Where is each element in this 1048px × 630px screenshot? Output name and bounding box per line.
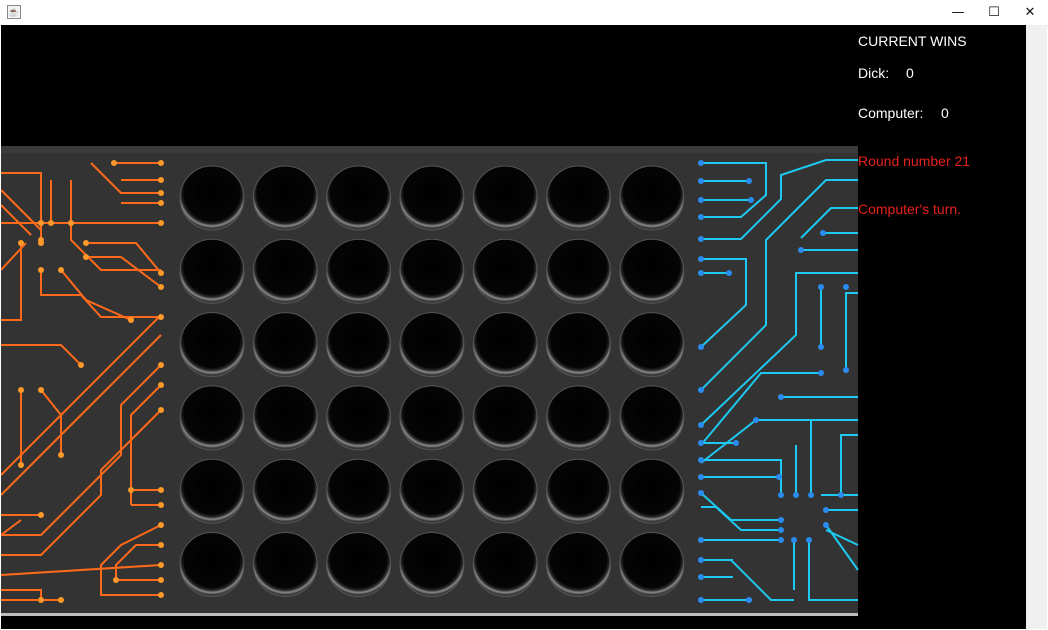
board-slot-r4-c7[interactable] — [619, 385, 685, 451]
board-slot-r4-c1[interactable] — [179, 385, 245, 451]
board-slot-r1-c5[interactable] — [472, 165, 538, 231]
board-slot-r5-c5[interactable] — [472, 458, 538, 524]
board-slot-r1-c7[interactable] — [619, 165, 685, 231]
board-slot-r4-c4[interactable] — [399, 385, 465, 451]
board-slot-r3-c2[interactable] — [252, 312, 318, 378]
turn-status-text: Computer's turn. — [858, 201, 962, 217]
player1-label: Dick: — [858, 65, 890, 81]
java-app-icon[interactable]: ☕ — [7, 5, 21, 19]
board-slot-r1-c3[interactable] — [326, 165, 392, 231]
player1-score: 0 — [906, 65, 914, 81]
board-slot-r6-c1[interactable] — [179, 532, 245, 597]
board-slot-r6-c3[interactable] — [326, 532, 392, 597]
board-slot-r1-c4[interactable] — [399, 165, 465, 231]
board-slot-r4-c5[interactable] — [472, 385, 538, 451]
board-bottom-edge — [1, 613, 858, 616]
board-slot-r3-c4[interactable] — [399, 312, 465, 378]
window-titlebar: ☕ — ☐ ✕ — [0, 0, 1048, 26]
board-slot-r5-c3[interactable] — [326, 458, 392, 524]
board-slot-r3-c6[interactable] — [546, 312, 611, 378]
board-slot-r3-c1[interactable] — [179, 312, 245, 378]
vertical-scrollbar[interactable] — [1026, 25, 1047, 629]
board-top-edge — [1, 146, 858, 153]
round-number-text: Round number 21 — [858, 153, 971, 169]
board-slot-r4-c6[interactable] — [546, 385, 611, 451]
board-slot-r4-c2[interactable] — [252, 385, 318, 451]
player2-label: Computer: — [858, 105, 924, 121]
close-icon[interactable]: ✕ — [1012, 0, 1048, 25]
board-slot-r2-c1[interactable] — [179, 238, 245, 304]
board-slot-r2-c4[interactable] — [399, 238, 465, 304]
board-slot-r6-c4[interactable] — [399, 532, 465, 597]
board-slot-r1-c2[interactable] — [252, 165, 318, 231]
board-slot-r2-c3[interactable] — [326, 238, 392, 304]
board-slot-r1-c1[interactable] — [179, 165, 245, 231]
board-slot-r6-c5[interactable] — [472, 532, 538, 597]
board-slot-r4-c3[interactable] — [326, 385, 392, 451]
board-slot-r1-c6[interactable] — [546, 165, 611, 231]
board-slot-r2-c6[interactable] — [546, 238, 611, 304]
board-slot-r3-c5[interactable] — [472, 312, 538, 378]
board-slot-r5-c2[interactable] — [252, 458, 318, 524]
board-slot-r5-c7[interactable] — [619, 458, 685, 524]
board-slot-r3-c7[interactable] — [619, 312, 685, 378]
minimize-icon[interactable]: — — [940, 0, 976, 25]
board-slot-r3-c3[interactable] — [326, 312, 392, 378]
board-slot-r6-c6[interactable] — [546, 532, 611, 597]
player2-score: 0 — [941, 105, 949, 121]
board-slot-r2-c2[interactable] — [252, 238, 318, 304]
board-slot-r5-c1[interactable] — [179, 458, 245, 524]
board-slot-r2-c5[interactable] — [472, 238, 538, 304]
board-slot-r6-c7[interactable] — [619, 532, 685, 597]
current-wins-heading: CURRENT WINS — [858, 33, 967, 49]
board-slot-r5-c4[interactable] — [399, 458, 465, 524]
board-slot-r5-c6[interactable] — [546, 458, 611, 524]
board-slot-r6-c2[interactable] — [252, 532, 318, 597]
maximize-icon[interactable]: ☐ — [976, 0, 1012, 25]
game-window: CURRENT WINS Dick: 0 Computer: 0 Round n… — [1, 25, 1026, 629]
board-slot-r2-c7[interactable] — [619, 238, 685, 304]
